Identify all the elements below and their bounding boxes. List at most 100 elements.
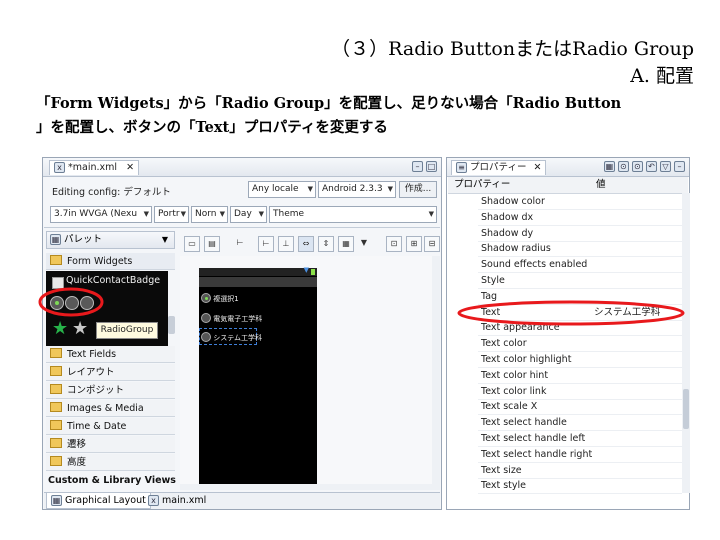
dock-select[interactable]: Norn ▼ [191,206,228,223]
xml-file-icon: x [148,495,159,506]
chevron-down-icon[interactable]: ▼ [356,236,372,252]
locale-select[interactable]: Any locale ▼ [248,181,316,198]
radio-button-1[interactable]: 複選択1 [201,293,239,304]
properties-tabbar: ≡ プロパティー ✕ ▦ ⊙ ⊙ ↶ ▽ – [447,158,689,177]
orientation-value: Portr [158,209,180,219]
close-icon[interactable]: ✕ [126,162,134,173]
property-row[interactable]: Text color highlight [478,352,682,368]
minimize-icon[interactable]: – [411,161,423,172]
filter-icon[interactable]: ⊙ [617,161,629,172]
property-row[interactable]: Text color [478,336,682,353]
align-middle-icon[interactable]: ⊥ [278,236,294,252]
layout-split-icon[interactable]: ▤ [204,236,220,252]
ratingbar-star-icon[interactable]: ★ [52,320,68,338]
palette-category-advanced[interactable]: 高度 [46,454,175,471]
window-controls: – □ [411,161,437,172]
chevron-down-icon: ▼ [428,210,434,218]
distribute-icon[interactable]: ▦ [338,236,354,252]
night-select[interactable]: Day ▼ [230,206,267,223]
close-icon[interactable]: ✕ [534,162,542,173]
property-row[interactable]: Shadow color [478,194,682,210]
canvas-vertical-scrollbar[interactable] [432,256,440,490]
property-row[interactable]: Text scale X [478,399,682,416]
property-row[interactable]: Shadow dy [478,226,682,242]
property-row[interactable]: Text color hint [478,368,682,384]
align-left-icon[interactable]: ⊢ [232,236,248,252]
palette-category-composite[interactable]: コンポジット [46,382,175,399]
slide-description-line2: 」を配置し、ボタンの「Text」プロパティを変更する [36,119,388,136]
folder-open-icon [50,255,62,265]
palette-category-label: コンポジット [67,385,125,396]
tab-graphical-layout-label: Graphical Layout [65,495,146,506]
palette-scrollbar[interactable] [168,316,175,334]
property-row[interactable]: Shadow dx [478,210,682,226]
property-name: Shadow dy [481,227,534,239]
restore-icon[interactable]: ↶ [645,161,657,172]
palette-category-label: 遷移 [67,439,87,450]
property-name: Text color hint [481,369,549,381]
palette-category-form-widgets[interactable]: Form Widgets [46,253,175,270]
palette-category-layouts[interactable]: レイアウト [46,364,175,381]
palette-category-custom-views[interactable]: Custom & Library Views [48,475,176,486]
fill-width-icon[interactable]: ⇔ [298,236,314,252]
canvas-horizontal-scrollbar[interactable] [180,484,432,490]
orientation-select[interactable]: Portr ▼ [154,206,189,223]
palette-category-transitions[interactable]: 遷移 [46,436,175,453]
property-row[interactable]: Text color link [478,384,682,400]
property-row[interactable]: Text select handle [478,415,682,432]
properties-column-header: プロパティー 値 [448,177,688,194]
palette-category-images-media[interactable]: Images & Media [46,400,175,417]
palette-icon: ▦ [50,234,61,245]
property-row[interactable]: Text style [478,478,682,495]
editor-bottom-tabs: ▦ Graphical Layout x main.xml [44,492,440,509]
view-menu-icon[interactable]: ▽ [659,161,671,172]
tab-main-xml[interactable]: x *main.xml ✕ [49,160,140,175]
column-header-value[interactable]: 値 [596,177,606,193]
tab-graphical-layout[interactable]: ▦ Graphical Layout [46,493,151,509]
maximize-icon[interactable]: □ [426,161,437,172]
tab-properties[interactable]: ≡ プロパティー ✕ [451,160,547,175]
theme-select[interactable]: Theme ▼ [269,206,437,223]
divider [44,227,440,228]
palette-category-text-fields[interactable]: Text Fields [46,346,175,363]
chevron-down-icon: ▼ [307,185,313,193]
advanced-icon[interactable]: ⊙ [631,161,643,172]
property-row[interactable]: Text select handle left [478,431,682,447]
property-row[interactable]: Style [478,273,682,289]
zoom-actual-icon[interactable]: ⊡ [386,236,402,252]
property-row[interactable]: Text select handle right [478,447,682,463]
fill-height-icon[interactable]: ⇕ [318,236,334,252]
chevron-down-icon: ▼ [387,185,393,193]
device-select[interactable]: 3.7in WVGA (Nexu ▼ [50,206,152,223]
categories-icon[interactable]: ▦ [603,161,615,172]
xml-file-icon: x [54,162,65,173]
properties-scrollbar[interactable] [682,193,690,493]
night-value: Day [234,209,252,219]
scrollbar-thumb[interactable] [683,389,689,429]
column-header-property[interactable]: プロパティー [454,177,510,193]
radio-button-2[interactable]: 電気電子工学科 [201,313,262,324]
ratingbar-star-icon[interactable]: ★ [72,320,88,338]
property-name: Text select handle [481,417,567,429]
create-config-button[interactable]: 作成... [399,181,437,198]
folder-icon [50,366,62,376]
property-name: Text scale X [481,401,538,413]
property-name: Text select handle left [481,433,586,444]
target-select[interactable]: Android 2.3.3 ▼ [318,181,396,198]
radio-button-3[interactable]: システム工学科 [201,332,262,343]
chevron-down-icon[interactable]: ▼ [162,232,168,248]
palette-category-time-date[interactable]: Time & Date [46,418,175,435]
tab-main-xml-source[interactable]: x main.xml [144,493,210,508]
folder-icon [50,438,62,448]
property-row[interactable]: Shadow radius [478,241,682,258]
zoom-out-icon[interactable]: ⊟ [424,236,440,252]
property-row[interactable]: Text size [478,463,682,479]
minimize-icon[interactable]: – [674,161,685,172]
property-row[interactable]: Sound effects enabled [478,257,682,274]
zoom-in-icon[interactable]: ⊞ [406,236,422,252]
property-name: Text size [481,464,522,476]
layout-toggle-icon[interactable]: ▭ [184,236,200,252]
property-name: Sound effects enabled [481,259,588,271]
align-stretch-icon[interactable]: ⊢ [258,236,274,252]
palette-category-label: レイアウト [67,367,115,378]
